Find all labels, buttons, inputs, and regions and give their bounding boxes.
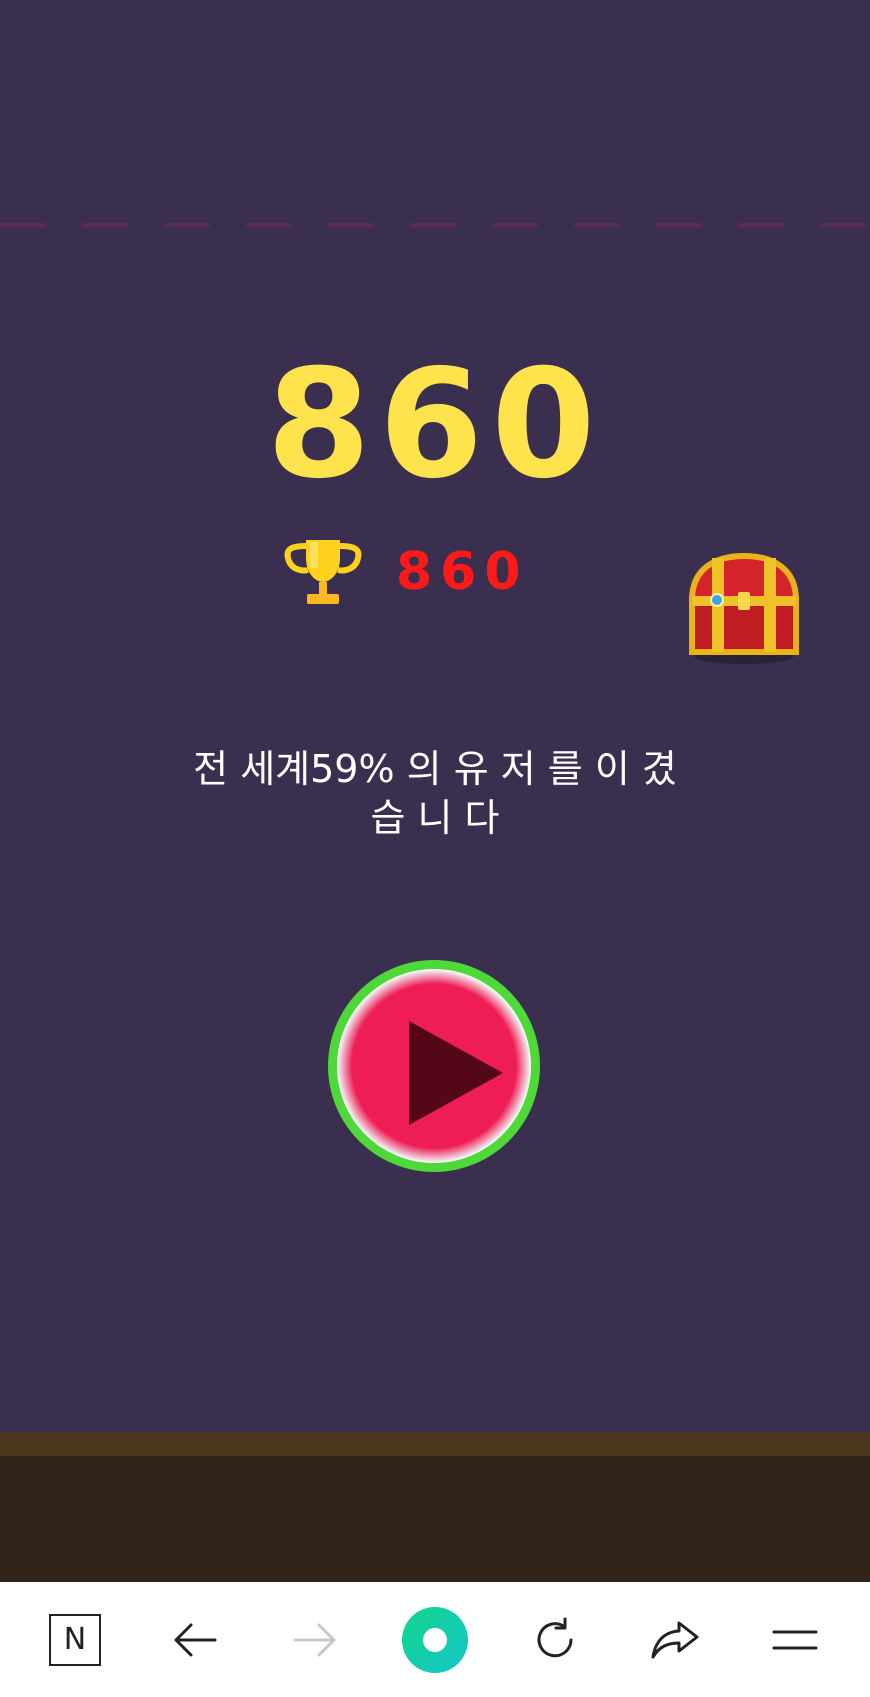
treasure-chest-icon[interactable] xyxy=(680,548,808,666)
rank-message-line2: 습 니 다 xyxy=(370,796,500,840)
green-dot-icon xyxy=(402,1606,468,1673)
trophy-icon xyxy=(284,540,362,604)
score-display: 860 xyxy=(266,338,604,512)
best-score-row: 860 xyxy=(280,532,529,612)
refresh-button[interactable] xyxy=(510,1595,600,1685)
forward-button[interactable] xyxy=(270,1595,360,1685)
play-button[interactable] xyxy=(328,960,540,1172)
play-icon xyxy=(409,1021,503,1125)
menu-button[interactable] xyxy=(750,1595,840,1685)
rank-message-line1: 전 세계59% 의 유 저 를 이 겼 xyxy=(193,747,677,791)
play-button-face xyxy=(337,969,531,1163)
back-arrow-icon xyxy=(174,1623,217,1656)
home-n-icon: N xyxy=(49,1613,101,1666)
home-button[interactable]: N xyxy=(30,1595,120,1685)
best-score: 860 xyxy=(396,542,529,602)
rank-message: 전 세계59% 의 유 저 를 이 겼 습 니 다 xyxy=(175,745,695,843)
game-canvas: 860 860 전 세계59% 의 유 저 를 이 겼 습 니 다 xyxy=(0,0,870,1582)
ground xyxy=(0,1456,870,1582)
share-button[interactable] xyxy=(630,1595,720,1685)
refresh-icon xyxy=(537,1617,573,1657)
forward-arrow-icon xyxy=(293,1623,336,1656)
browser-toolbar: N xyxy=(0,1582,870,1697)
share-icon xyxy=(651,1621,699,1658)
menu-icon xyxy=(772,1630,818,1649)
back-button[interactable] xyxy=(150,1595,240,1685)
green-dot-button[interactable] xyxy=(390,1595,480,1685)
ground-edge xyxy=(0,1432,870,1456)
dashed-line xyxy=(0,223,870,227)
